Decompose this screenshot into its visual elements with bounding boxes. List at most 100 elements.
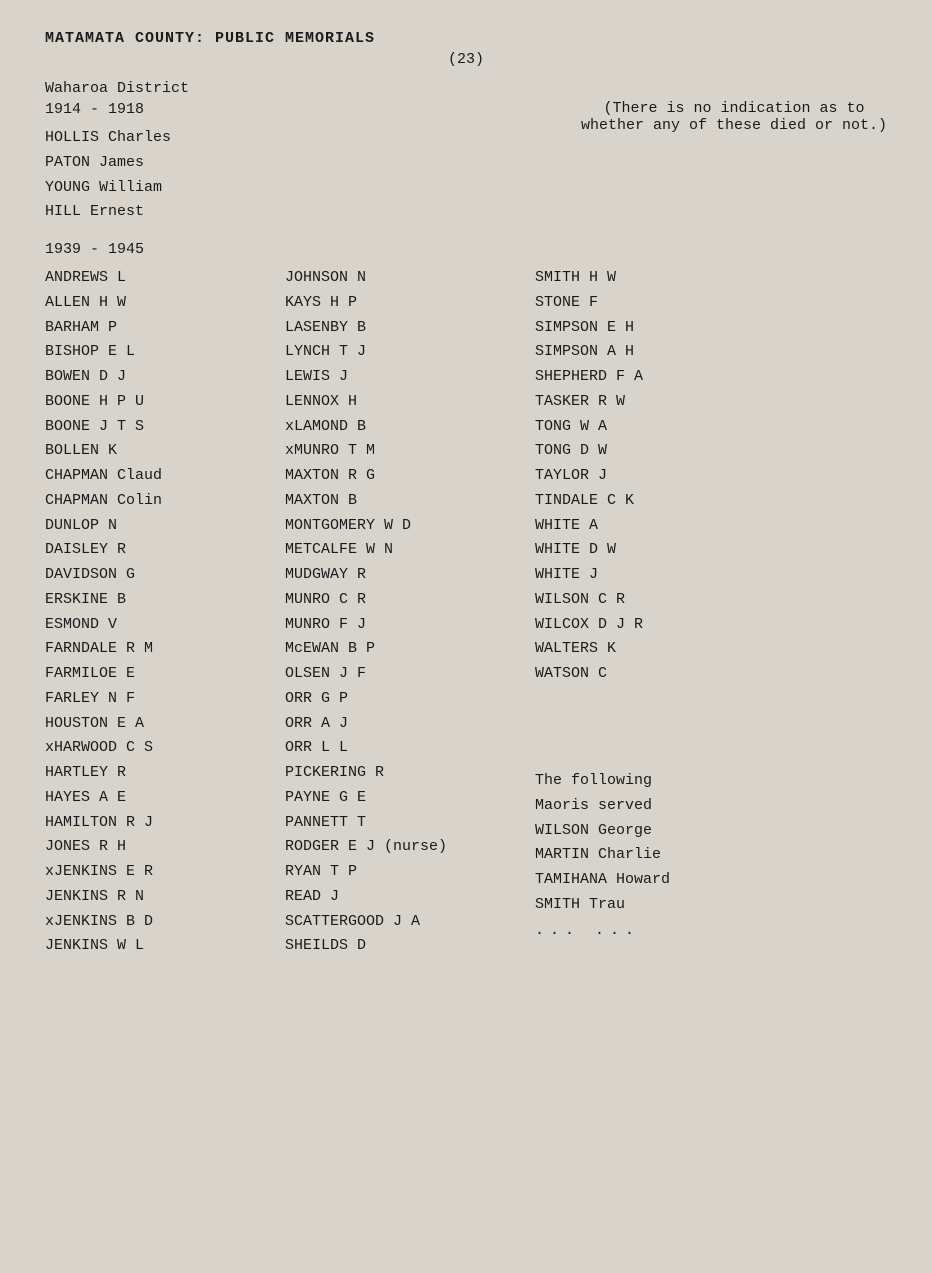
list-item: TAYLOR J [535, 464, 755, 489]
list-item: MONTGOMERY W D [285, 514, 515, 539]
list-item: WATSON C [535, 662, 755, 687]
list-item: RODGER E J (nurse) [285, 835, 515, 860]
district-left: Waharoa District 1914 - 1918 HOLLIS Char… [45, 80, 189, 225]
list-item: xJENKINS B D [45, 910, 265, 935]
list-item: xMUNRO T M [285, 439, 515, 464]
district-name: Waharoa District [45, 80, 189, 97]
list-item: KAYS H P [285, 291, 515, 316]
maori-name-3: TAMIHANA Howard [535, 868, 755, 893]
column-1: ANDREWS L ALLEN H W BARHAM P BISHOP E L … [45, 266, 265, 959]
names-grid: ANDREWS L ALLEN H W BARHAM P BISHOP E L … [45, 266, 887, 959]
list-item: JENKINS R N [45, 885, 265, 910]
list-item: MUNRO F J [285, 613, 515, 638]
list-item: BOONE H P U [45, 390, 265, 415]
list-item: LENNOX H [285, 390, 515, 415]
list-item: JOHNSON N [285, 266, 515, 291]
note-line1: (There is no indication as to [581, 100, 887, 117]
list-item: STONE F [535, 291, 755, 316]
list-item: WHITE J [535, 563, 755, 588]
list-item: DAVIDSON G [45, 563, 265, 588]
list-item: PANNETT T [285, 811, 515, 836]
page-title: MATAMATA COUNTY: PUBLIC MEMORIALS [45, 30, 887, 47]
list-item: MUDGWAY R [285, 563, 515, 588]
list-item: HARTLEY R [45, 761, 265, 786]
page-number: (23) [45, 51, 887, 68]
list-item [535, 687, 755, 712]
list-item: LASENBY B [285, 316, 515, 341]
district-note: (There is no indication as to whether an… [581, 100, 887, 134]
list-item: xHARWOOD C S [45, 736, 265, 761]
list-item: ORR L L [285, 736, 515, 761]
list-item: TONG D W [535, 439, 755, 464]
list-item: LYNCH T J [285, 340, 515, 365]
list-item: JONES R H [45, 835, 265, 860]
list-item: SIMPSON E H [535, 316, 755, 341]
list-item: BOONE J T S [45, 415, 265, 440]
list-item: SHEILDS D [285, 934, 515, 959]
list-item: WILSON C R [535, 588, 755, 613]
list-item: TASKER R W [535, 390, 755, 415]
list-item: HOUSTON E A [45, 712, 265, 737]
list-item: PICKERING R [285, 761, 515, 786]
list-item: MUNRO C R [285, 588, 515, 613]
list-item: SIMPSON A H [535, 340, 755, 365]
list-item: MAXTON B [285, 489, 515, 514]
list-item: DAISLEY R [45, 538, 265, 563]
list-item: SCATTERGOOD J A [285, 910, 515, 935]
list-item: PAYNE G E [285, 786, 515, 811]
ww1-year-range: 1914 - 1918 [45, 101, 189, 118]
ellipsis: ... ... [535, 922, 755, 939]
list-item: BOWEN D J [45, 365, 265, 390]
ww1-name-3: YOUNG William [45, 176, 189, 201]
list-item: ESMOND V [45, 613, 265, 638]
ww1-name-2: PATON James [45, 151, 189, 176]
list-item: ANDREWS L [45, 266, 265, 291]
list-item: ORR G P [285, 687, 515, 712]
list-item: TONG W A [535, 415, 755, 440]
list-item: JENKINS W L [45, 934, 265, 959]
list-item: WILCOX D J R [535, 613, 755, 638]
list-item: OLSEN J F [285, 662, 515, 687]
list-item: ERSKINE B [45, 588, 265, 613]
column-2: JOHNSON N KAYS H P LASENBY B LYNCH T J L… [285, 266, 515, 959]
list-item: CHAPMAN Claud [45, 464, 265, 489]
list-item: BISHOP E L [45, 340, 265, 365]
following-label-1: The following [535, 769, 755, 794]
list-item: WALTERS K [535, 637, 755, 662]
list-item: LEWIS J [285, 365, 515, 390]
list-item: McEWAN B P [285, 637, 515, 662]
list-item: WHITE A [535, 514, 755, 539]
column-3: SMITH H W STONE F SIMPSON E H SIMPSON A … [535, 266, 755, 959]
list-item: FARLEY N F [45, 687, 265, 712]
maori-name-1: WILSON George [535, 819, 755, 844]
list-item: READ J [285, 885, 515, 910]
page-container: MATAMATA COUNTY: PUBLIC MEMORIALS (23) W… [45, 30, 887, 959]
following-block: The following Maoris served [535, 769, 755, 819]
ww2-year-range: 1939 - 1945 [45, 241, 887, 258]
following-label-2: Maoris served [535, 794, 755, 819]
list-item: FARNDALE R M [45, 637, 265, 662]
list-item: ALLEN H W [45, 291, 265, 316]
ww1-name-4: HILL Ernest [45, 200, 189, 225]
list-item: MAXTON R G [285, 464, 515, 489]
list-item: TINDALE C K [535, 489, 755, 514]
list-item: CHAPMAN Colin [45, 489, 265, 514]
list-item: HAMILTON R J [45, 811, 265, 836]
list-item: SMITH H W [535, 266, 755, 291]
list-item [535, 736, 755, 761]
maori-name-4: SMITH Trau [535, 893, 755, 918]
list-item: FARMILOE E [45, 662, 265, 687]
list-item: SHEPHERD F A [535, 365, 755, 390]
list-item [535, 712, 755, 737]
list-item: WHITE D W [535, 538, 755, 563]
list-item: RYAN T P [285, 860, 515, 885]
maori-name-martin-charlie: MARTIN Charlie [535, 843, 755, 868]
list-item: xLAMOND B [285, 415, 515, 440]
list-item: BARHAM P [45, 316, 265, 341]
ww1-name-1: HOLLIS Charles [45, 126, 189, 151]
list-item: HAYES A E [45, 786, 265, 811]
list-item: DUNLOP N [45, 514, 265, 539]
list-item: BOLLEN K [45, 439, 265, 464]
list-item: ORR A J [285, 712, 515, 737]
list-item: METCALFE W N [285, 538, 515, 563]
